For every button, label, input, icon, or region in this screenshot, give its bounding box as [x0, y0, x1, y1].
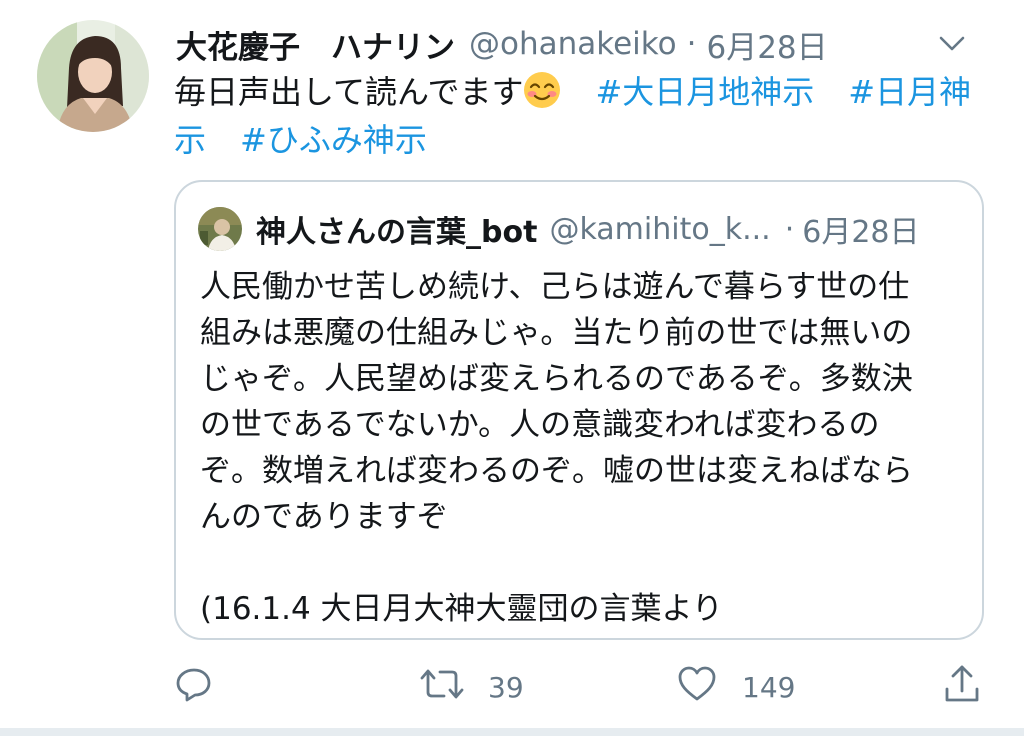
quoted-text-line: 組みは悪魔の仕組みじゃ。当たり前の世では無いの	[200, 315, 913, 351]
heart-icon	[676, 664, 718, 711]
retweet-button[interactable]: 39	[420, 660, 524, 714]
quoted-text-line: んのでありますぞ	[200, 499, 448, 535]
tweet[interactable]: 大花慶子 ハナリン @ohanakeiko · 6月28日 毎日声出して読んでま…	[0, 0, 1024, 736]
like-count: 149	[742, 670, 796, 704]
hashtag-link[interactable]: #大日月地神示	[595, 73, 814, 111]
reply-button[interactable]	[174, 660, 214, 714]
quoted-tweet[interactable]: 神人さんの言葉_bot @kamihito_k... · 6月28日 人民働かせ…	[174, 180, 984, 640]
avatar[interactable]	[37, 20, 149, 132]
avatar-photo	[37, 20, 149, 132]
quoted-source-line: (16.1.4 大日月大神大靈団の言葉より	[200, 591, 723, 627]
smiling-face-emoji-icon	[523, 71, 561, 109]
tweet-header: 大花慶子 ハナリン @ohanakeiko · 6月28日	[176, 22, 994, 66]
separator-dot: ·	[784, 211, 795, 247]
quoted-text-line: の世であるでないか。人の意識変われば変わるの	[200, 407, 880, 443]
quoted-display-name: 神人さんの言葉_bot	[256, 215, 538, 250]
hashtag-link[interactable]: #ひふみ神示	[240, 121, 427, 159]
reply-icon	[174, 664, 214, 711]
user-handle[interactable]: @ohanakeiko	[469, 26, 677, 62]
tweet-body-text: 毎日声出して読んでます	[174, 73, 524, 111]
share-icon	[942, 663, 982, 712]
tweet-text: 毎日声出して読んでます #大日月地神示 #日月神示 #ひふみ神示	[174, 68, 994, 164]
quoted-user-handle: @kamihito_k...	[549, 211, 771, 247]
quoted-tweet-text: 人民働かせ苦しめ続け、己らは遊んで暮らす世の仕 組みは悪魔の仕組みじゃ。当たり前…	[200, 264, 960, 632]
retweet-icon	[420, 664, 464, 711]
separator-dot: ·	[686, 26, 697, 62]
quoted-text-line: 人民働かせ苦しめ続け、己らは遊んで暮らす世の仕	[200, 269, 910, 305]
retweet-count: 39	[488, 670, 524, 704]
chevron-down-icon[interactable]	[932, 26, 972, 62]
quoted-text-line: じゃぞ。人民望めば変えられるのであるぞ。多数決	[200, 361, 913, 397]
share-button[interactable]	[942, 660, 982, 714]
like-button[interactable]: 149	[676, 660, 795, 714]
tweet-date[interactable]: 6月28日	[706, 22, 827, 67]
quoted-text-line: ぞ。数増えれば変わるのぞ。嘘の世は変えねばなら	[200, 453, 913, 489]
quoted-tweet-header: 神人さんの言葉_bot @kamihito_k... · 6月28日	[198, 204, 962, 254]
quoted-avatar	[198, 207, 242, 251]
action-bar: 39 149	[0, 660, 1024, 714]
quoted-tweet-date: 6月28日	[802, 215, 920, 250]
divider	[0, 728, 1024, 736]
display-name[interactable]: 大花慶子 ハナリン	[176, 22, 455, 67]
